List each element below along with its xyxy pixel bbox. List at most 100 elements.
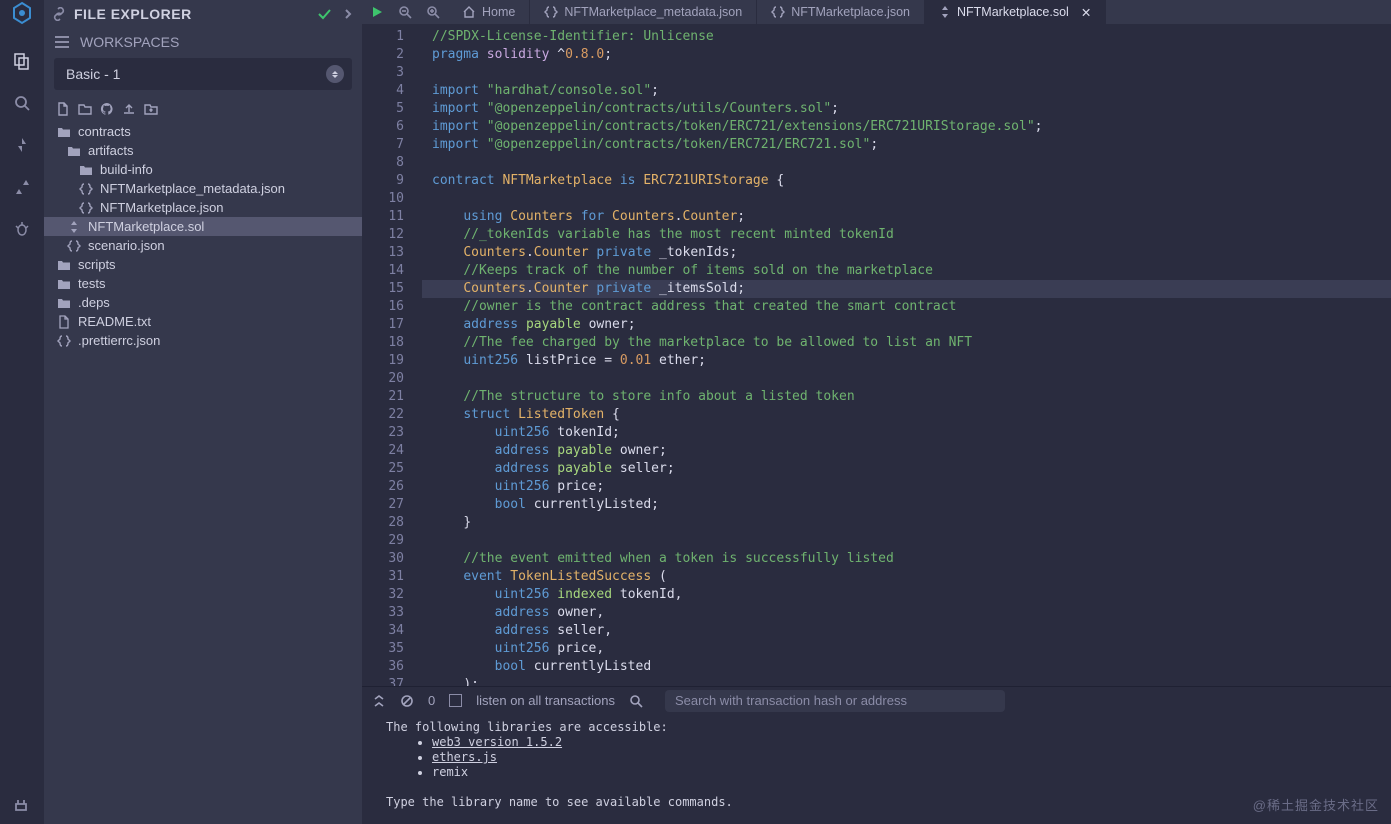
code-line[interactable] (422, 64, 1391, 82)
chevron-right-icon[interactable] (342, 8, 354, 20)
check-icon[interactable] (316, 6, 332, 22)
github-icon[interactable] (100, 102, 114, 116)
tree-item[interactable]: scripts (44, 255, 362, 274)
code-line[interactable]: import "@openzeppelin/contracts/token/ER… (422, 118, 1391, 136)
tree-item[interactable]: .deps (44, 293, 362, 312)
code-line[interactable]: address payable owner; (422, 316, 1391, 334)
code-editor[interactable]: 1234567891011121314151617181920212223242… (362, 24, 1391, 686)
code-line[interactable]: //Keeps track of the number of items sol… (422, 262, 1391, 280)
tab[interactable]: NFTMarketplace.sol✕ (925, 0, 1106, 24)
zoom-out-icon[interactable] (398, 5, 412, 19)
code-line[interactable]: using Counters for Counters.Counter; (422, 208, 1391, 226)
code-line[interactable]: uint256 listPrice = 0.01 ether; (422, 352, 1391, 370)
search-icon[interactable] (629, 694, 643, 708)
code-line[interactable]: ); (422, 676, 1391, 686)
tree-item[interactable]: contracts (44, 122, 362, 141)
code-line[interactable]: Counters.Counter private _tokenIds; (422, 244, 1391, 262)
code-line[interactable]: import "hardhat/console.sol"; (422, 82, 1391, 100)
play-icon[interactable] (370, 5, 384, 19)
code-line[interactable] (422, 370, 1391, 388)
tree-item-label: NFTMarketplace_metadata.json (100, 181, 285, 196)
deploy-run-icon[interactable] (9, 174, 35, 200)
tree-item[interactable]: artifacts (44, 141, 362, 160)
code-line[interactable]: //The fee charged by the marketplace to … (422, 334, 1391, 352)
close-icon[interactable]: ✕ (1081, 5, 1091, 20)
line-number: 4 (362, 82, 404, 100)
code-line[interactable]: address owner, (422, 604, 1391, 622)
tree-item-label: scripts (78, 257, 116, 272)
tab[interactable]: NFTMarketplace.json (757, 0, 925, 24)
code-line[interactable]: address seller, (422, 622, 1391, 640)
search-icon[interactable] (9, 90, 35, 116)
tree-item[interactable]: NFTMarketplace_metadata.json (44, 179, 362, 198)
code-area[interactable]: //SPDX-License-Identifier: Unlicenseprag… (422, 24, 1391, 686)
code-line[interactable]: event TokenListedSuccess ( (422, 568, 1391, 586)
upload-icon[interactable] (122, 102, 136, 116)
code-line[interactable]: uint256 price, (422, 640, 1391, 658)
code-line[interactable]: address payable owner; (422, 442, 1391, 460)
code-line[interactable]: Counters.Counter private _itemsSold; (422, 280, 1391, 298)
code-line[interactable]: struct ListedToken { (422, 406, 1391, 424)
tree-item[interactable]: .prettierrc.json (44, 331, 362, 350)
terminal-lib-link[interactable]: ethers.js (432, 750, 497, 764)
code-line[interactable]: //The structure to store info about a li… (422, 388, 1391, 406)
terminal-lib-link[interactable]: web3 version 1.5.2 (432, 735, 562, 749)
file-explorer-icon[interactable] (9, 48, 35, 74)
tab-label: NFTMarketplace.json (791, 5, 910, 19)
upload-folder-icon[interactable] (144, 102, 158, 116)
tree-item[interactable]: tests (44, 274, 362, 293)
line-number: 30 (362, 550, 404, 568)
code-line[interactable]: uint256 price; (422, 478, 1391, 496)
tree-item-label: NFTMarketplace.sol (88, 219, 204, 234)
tree-item[interactable]: scenario.json (44, 236, 362, 255)
terminal-lib: remix (432, 765, 1371, 780)
tree-item[interactable]: README.txt (44, 312, 362, 331)
code-line[interactable] (422, 154, 1391, 172)
code-line[interactable]: //owner is the contract address that cre… (422, 298, 1391, 316)
line-number: 26 (362, 478, 404, 496)
zoom-in-icon[interactable] (426, 5, 440, 19)
tree-item-label: scenario.json (88, 238, 165, 253)
collapse-icon[interactable] (372, 694, 386, 708)
workspace-selected-value: Basic - 1 (66, 66, 120, 82)
new-file-icon[interactable] (56, 102, 70, 116)
line-number: 25 (362, 460, 404, 478)
workspace-select[interactable]: Basic - 1 (54, 58, 352, 90)
line-number: 8 (362, 154, 404, 172)
line-number: 3 (362, 64, 404, 82)
solidity-icon (939, 5, 951, 19)
code-line[interactable]: //_tokenIds variable has the most recent… (422, 226, 1391, 244)
plugin-manager-icon[interactable] (9, 790, 35, 816)
code-line[interactable]: } (422, 514, 1391, 532)
code-line[interactable]: bool currentlyListed (422, 658, 1391, 676)
code-line[interactable]: uint256 tokenId; (422, 424, 1391, 442)
code-line[interactable]: bool currentlyListed; (422, 496, 1391, 514)
code-line[interactable]: contract NFTMarketplace is ERC721URIStor… (422, 172, 1391, 190)
code-line[interactable]: import "@openzeppelin/contracts/token/ER… (422, 136, 1391, 154)
debugger-icon[interactable] (9, 216, 35, 242)
tree-item[interactable]: NFTMarketplace.sol (44, 217, 362, 236)
line-number: 22 (362, 406, 404, 424)
tree-item[interactable]: build-info (44, 160, 362, 179)
folder-icon (56, 259, 72, 271)
solidity-compiler-icon[interactable] (9, 132, 35, 158)
tab[interactable]: NFTMarketplace_metadata.json (530, 0, 757, 24)
terminal[interactable]: The following libraries are accessible: … (362, 714, 1391, 824)
new-folder-icon[interactable] (78, 102, 92, 116)
code-line[interactable]: //SPDX-License-Identifier: Unlicense (422, 28, 1391, 46)
code-line[interactable]: import "@openzeppelin/contracts/utils/Co… (422, 100, 1391, 118)
tree-item-label: artifacts (88, 143, 134, 158)
clear-icon[interactable] (400, 694, 414, 708)
sidebar-title: FILE EXPLORER (74, 6, 192, 22)
code-line[interactable] (422, 532, 1391, 550)
code-line[interactable]: uint256 indexed tokenId, (422, 586, 1391, 604)
code-line[interactable]: address payable seller; (422, 460, 1391, 478)
tab[interactable]: Home (448, 0, 530, 24)
code-line[interactable] (422, 190, 1391, 208)
listen-checkbox[interactable] (449, 694, 462, 707)
terminal-search-input[interactable]: Search with transaction hash or address (665, 690, 1005, 712)
code-line[interactable]: //the event emitted when a token is succ… (422, 550, 1391, 568)
line-number: 7 (362, 136, 404, 154)
tree-item[interactable]: NFTMarketplace.json (44, 198, 362, 217)
code-line[interactable]: pragma solidity ^0.8.0; (422, 46, 1391, 64)
